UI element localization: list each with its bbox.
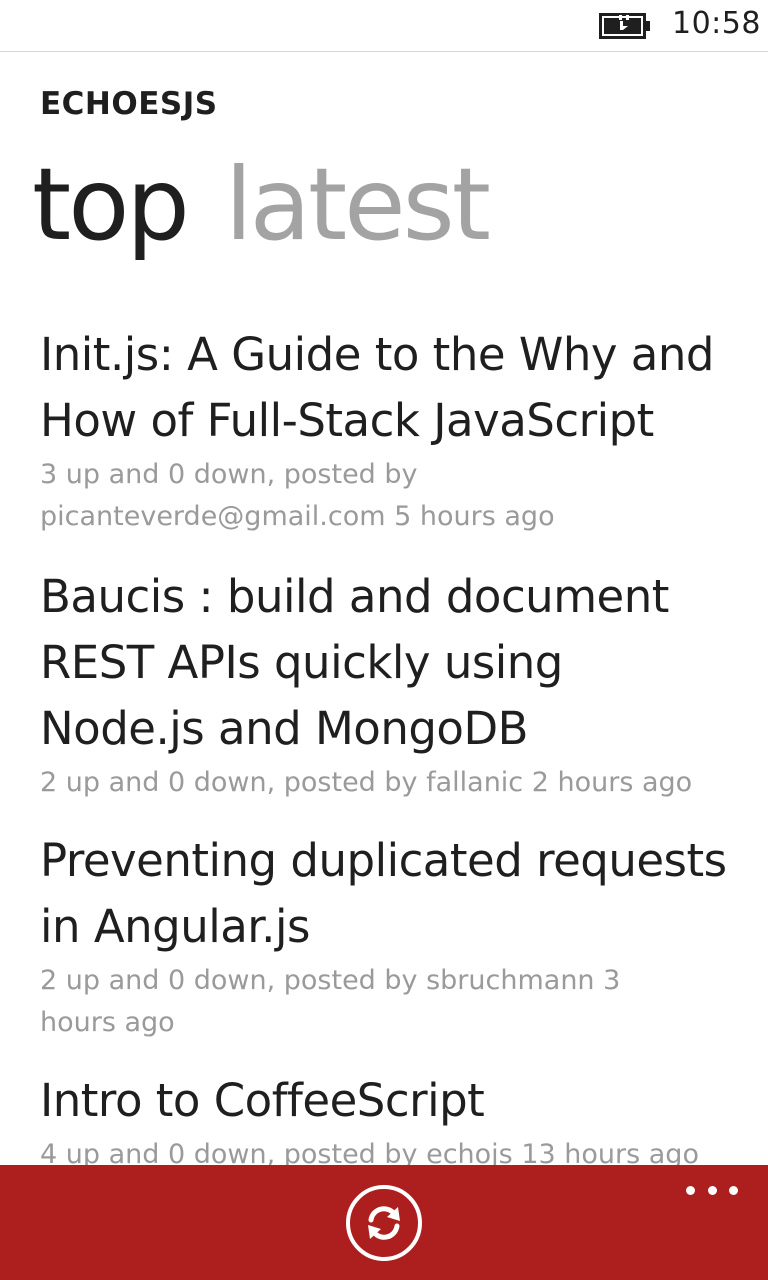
article-title: Init.js: A Guide to the Why and How of F… [40,322,740,454]
article-meta: 3 up and 0 down, posted by picanteverde@… [40,454,740,538]
refresh-button[interactable] [346,1185,422,1261]
article-meta: 2 up and 0 down, posted by sbruchmann 3 … [40,960,740,1044]
article-title-line: REST APIs quickly using [40,636,563,689]
more-dot [686,1185,695,1195]
article-title-line: Preventing duplicated requests [40,834,727,887]
article-meta-line: 2 up and 0 down, posted by fallanic 2 ho… [40,767,693,798]
article-title-line: How of Full-Stack JavaScript [40,394,654,447]
article-title-line: Intro to CoffeeScript [40,1074,485,1127]
app-title: ECHOESJS [40,86,218,122]
refresh-icon [368,1206,400,1240]
app-bar [0,1165,768,1280]
more-dot [707,1185,717,1195]
article-title: Intro to CoffeeScript [40,1068,740,1134]
pivot-tabs: top latest [32,140,526,270]
article-title-line: Init.js: A Guide to the Why and [40,328,714,381]
article-title-line: Baucis : build and document [40,570,669,623]
article-title: Baucis : build and document REST APIs qu… [40,564,740,762]
article-title-line: Node.js and MongoDB [40,702,528,755]
tab-top[interactable]: top [32,140,190,270]
more-dots-icon[interactable] [682,1175,742,1205]
tab-latest[interactable]: latest [225,140,491,270]
article-meta-line: 3 up and 0 down, posted by [40,459,418,490]
article-meta: 2 up and 0 down, posted by fallanic 2 ho… [40,762,740,804]
article-meta-line: picanteverde@gmail.com 5 hours ago [40,501,555,532]
status-bar: 10:58 [0,0,768,52]
list-item[interactable]: Baucis : build and document REST APIs qu… [40,564,740,804]
clock: 10:58 [672,6,761,41]
article-meta-line: 2 up and 0 down, posted by sbruchmann 3 [40,965,621,996]
list-item[interactable]: Intro to CoffeeScript 4 up and 0 down, p… [40,1068,740,1176]
list-item[interactable]: Init.js: A Guide to the Why and How of F… [40,322,740,538]
battery-charging-icon [599,13,650,39]
article-meta-line: hours ago [40,1007,175,1038]
list-item[interactable]: Preventing duplicated requests in Angula… [40,828,740,1044]
article-title-line: in Angular.js [40,900,310,953]
phone-screen: 10:58 ECHOESJS top latest Init.js: A Guid… [0,0,768,1280]
more-dot [729,1185,738,1195]
article-title: Preventing duplicated requests in Angula… [40,828,740,960]
